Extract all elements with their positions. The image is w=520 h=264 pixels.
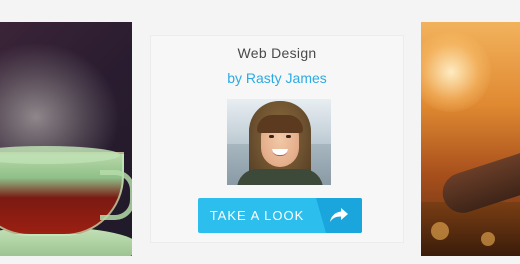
- take-a-look-button[interactable]: TAKE A LOOK: [198, 198, 362, 233]
- share-arrow-icon: [330, 208, 348, 222]
- avatar-hair: [257, 115, 303, 133]
- item-title: Web Design: [237, 45, 317, 61]
- cup-handle-shape: [100, 170, 132, 220]
- bokeh-light: [481, 232, 495, 246]
- portfolio-item-card: Web Design by Rasty James TAKE A LOOK: [150, 35, 404, 243]
- avatar-eye-left: [269, 135, 274, 138]
- sun-glow-shape: [421, 32, 491, 112]
- author-avatar: [227, 99, 331, 185]
- portfolio-carousel: Web Design by Rasty James TAKE A LOOK: [0, 0, 520, 264]
- bokeh-light: [431, 222, 449, 240]
- tea-cup-photo-card[interactable]: [0, 22, 132, 256]
- avatar-eye-right: [286, 135, 291, 138]
- author-link[interactable]: by Rasty James: [151, 70, 403, 86]
- sunset-field-photo-card[interactable]: [421, 22, 520, 256]
- take-a-look-label: TAKE A LOOK: [209, 208, 305, 223]
- avatar-body: [237, 169, 323, 185]
